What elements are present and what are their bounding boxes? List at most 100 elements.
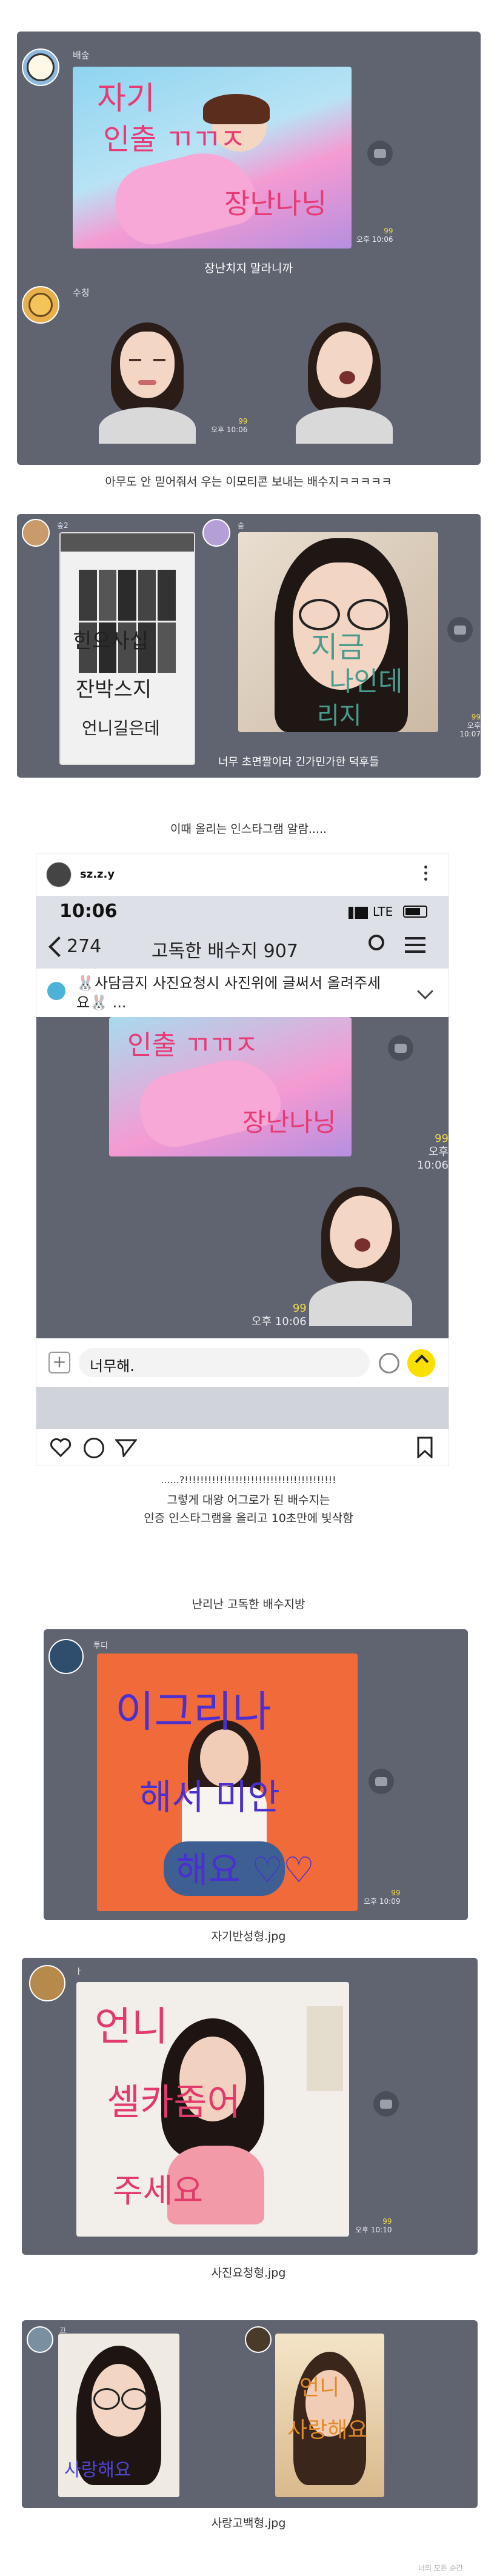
overlay-text-line: 해요 ♡♡	[176, 1849, 315, 1890]
message-meta: 99 오후 10:10	[355, 2217, 392, 2234]
sender-name: 숲	[238, 521, 245, 530]
crying-sticker[interactable]	[297, 1175, 424, 1326]
overlay-text-line: 이그리나	[115, 1687, 272, 1737]
avatar[interactable]	[245, 2326, 272, 2353]
send-button[interactable]	[407, 1349, 435, 1377]
sticker-text-line: 인출 ㄲㄲㅈ	[127, 1030, 259, 1061]
chat-screenshot-1: 배숲 자기 인출 ㄲㄲㅈ 장난나닝 99 오후 10:06 장난치지 말라니까 …	[17, 32, 481, 465]
back-count[interactable]: 274	[67, 936, 101, 957]
send-share-icon[interactable]	[114, 1438, 138, 1458]
love-photo-left[interactable]: 사랑해요	[58, 2334, 179, 2497]
back-arrow-icon[interactable]	[48, 936, 69, 957]
message-time: 오후 10:06	[211, 425, 248, 434]
menu-icon[interactable]	[405, 937, 425, 953]
message-time: 오후 10:06	[356, 235, 393, 244]
chat-screenshot-2: 숲2 힌으사십 잔박스지 언니길은데 숲 지금 나인데 리지 99 오후 10:…	[17, 514, 481, 778]
sticker-text-line: 장난나닝	[224, 187, 327, 220]
sender-name: 투디	[93, 1641, 108, 1650]
message-time: 오후 10:06	[417, 1146, 449, 1172]
room-title: 고독한 배수지 907	[152, 941, 298, 962]
chat-screenshot-4: ㅏ 언니 셀카좀어 주세요 99 오후 10:10	[22, 1958, 478, 2255]
avatar[interactable]	[48, 1639, 84, 1674]
message-meta: 99 오후 10:07	[444, 713, 481, 738]
status-bar: 10:06 LTE	[36, 896, 449, 926]
status-time: 10:06	[59, 901, 118, 922]
search-icon[interactable]	[369, 935, 384, 950]
chat-screenshot-3: 투디 이그리나 해서 미안 해요 ♡♡ 99 오후 10:09	[44, 1629, 468, 1920]
avatar[interactable]	[22, 286, 59, 324]
insta-username[interactable]: sz.z.y	[80, 868, 115, 881]
share-icon[interactable]	[388, 1035, 413, 1061]
keyboard-area	[36, 1387, 449, 1429]
share-icon[interactable]	[369, 1769, 394, 1794]
unread-count: 99	[238, 417, 248, 425]
avatar[interactable]	[27, 2326, 53, 2353]
message-meta: 99 오후 10:06	[211, 417, 247, 434]
megaphone-icon	[47, 982, 65, 1000]
message-meta: 99 오후 10:06	[400, 1132, 449, 1172]
emoji-icon[interactable]	[379, 1353, 399, 1373]
overlay-text-line: 주세요	[113, 2172, 204, 2210]
overlay-text-line: 해서 미안	[139, 1777, 280, 1818]
selfie-photo[interactable]: 지금 나인데 리지	[238, 532, 438, 732]
sender-name: 숲2	[57, 521, 68, 530]
avatar[interactable]	[22, 519, 50, 547]
caption-exclaim: ......?!!!!!!!!!!!!!!!!!!!!!!!!!!!!!!!!!…	[161, 1474, 336, 1486]
sender-name: 수칭	[73, 287, 90, 298]
handwritten-line: 리지	[317, 702, 362, 730]
message-input[interactable]: 너무해.	[79, 1348, 370, 1377]
add-button[interactable]: +	[48, 1352, 70, 1373]
overlay-text-line: 셀카좀어	[107, 2081, 241, 2124]
chevron-down-icon[interactable]	[417, 983, 433, 999]
caption-aggro: 그렇게 대왕 어그로가 된 배수지는	[167, 1493, 330, 1507]
love-photo-right[interactable]: 언니 사랑해요	[275, 2334, 384, 2497]
message-time: 오후 10:06	[252, 1315, 307, 1328]
notice-bar[interactable]: 🐰사담금지 사진요청시 사진위에 글써서 올려주세요🐰 ...	[36, 969, 449, 1017]
insta-image[interactable]: 10:06 LTE 274 고독한 배수지 907 🐰사담금지 사진요청시 사진…	[36, 896, 449, 1429]
sticker-text-line: 인출 ㄲㄲㅈ	[103, 122, 247, 156]
chat-screenshot-5: 끄 사랑해요 언니 사랑해요	[22, 2320, 478, 2508]
apology-photo[interactable]: 이그리나 해서 미안 해요 ♡♡	[97, 1653, 358, 1911]
sticker-image[interactable]: 인출 ㄲㄲㅈ 장난나닝	[109, 1017, 352, 1156]
like-heart-icon[interactable]	[50, 1438, 72, 1458]
handwritten-line: 잔박스지	[76, 678, 152, 702]
avatar[interactable]	[46, 862, 72, 887]
lte-label: LTE	[373, 904, 393, 919]
sender-name: 배숲	[73, 50, 90, 61]
share-icon[interactable]	[367, 141, 393, 166]
unread-count: 99	[435, 1132, 449, 1145]
message-time: 오후 10:10	[355, 2226, 392, 2234]
sticker-text-line: 장난나닝	[242, 1107, 336, 1137]
handwritten-line: 나인데	[329, 666, 403, 697]
selfie-request-photo[interactable]: 언니 셀카좀어 주세요	[76, 1982, 349, 2237]
avatar[interactable]	[29, 1965, 65, 2001]
avatar[interactable]	[202, 519, 230, 547]
caption-self-reflection: 자기반성형.jpg	[211, 1930, 286, 1943]
notice-text: 🐰사담금지 사진요청시 사진위에 글써서 올려주세요🐰 ...	[76, 975, 381, 1011]
sticker-caption: 장난치지 말라니까	[204, 262, 293, 275]
watermark: 너의 모든 순간	[418, 2564, 463, 2572]
caption-love-confession: 사랑고백형.jpg	[211, 2517, 286, 2530]
instagram-post: sz.z.y 10:06 LTE 274 고독한 배수지 907 🐰사담금지 사…	[36, 853, 449, 1466]
message-time: 오후 10:07	[459, 721, 481, 738]
caption-deleted: 인증 인스타그램을 올리고 10초만에 빛삭함	[144, 1512, 353, 1525]
comment-icon[interactable]	[84, 1438, 104, 1458]
chat-header: 274 고독한 배수지 907	[36, 926, 449, 969]
sticker-image[interactable]: 자기 인출 ㄲㄲㅈ 장난나닝	[73, 67, 352, 249]
unread-count: 99	[471, 713, 481, 721]
crying-sticker-left[interactable]	[87, 304, 208, 444]
more-options-icon[interactable]	[424, 866, 428, 884]
input-bar: + 너무해.	[36, 1338, 449, 1387]
caption-chaos: 난리난 고독한 배수지방	[192, 1598, 305, 1611]
chat-body: 인출 ㄲㄲㅈ 장난나닝 99 오후 10:06 99 오후 10:06	[36, 1017, 449, 1338]
caption-insta-alarm: 이때 올리는 인스타그램 알람.....	[170, 823, 327, 836]
phone-screenshot[interactable]: 힌으사십 잔박스지 언니길은데	[59, 532, 195, 765]
caption-fans: 너무 초면짤이라 긴가민가한 덕후들	[218, 756, 379, 769]
share-icon[interactable]	[373, 2091, 399, 2117]
crying-sticker-right[interactable]	[284, 304, 405, 444]
unread-count: 99	[384, 227, 393, 235]
share-icon[interactable]	[447, 617, 473, 642]
avatar[interactable]	[22, 48, 59, 86]
sender-name: ㅏ	[75, 1967, 82, 1977]
bookmark-icon[interactable]	[417, 1436, 433, 1460]
